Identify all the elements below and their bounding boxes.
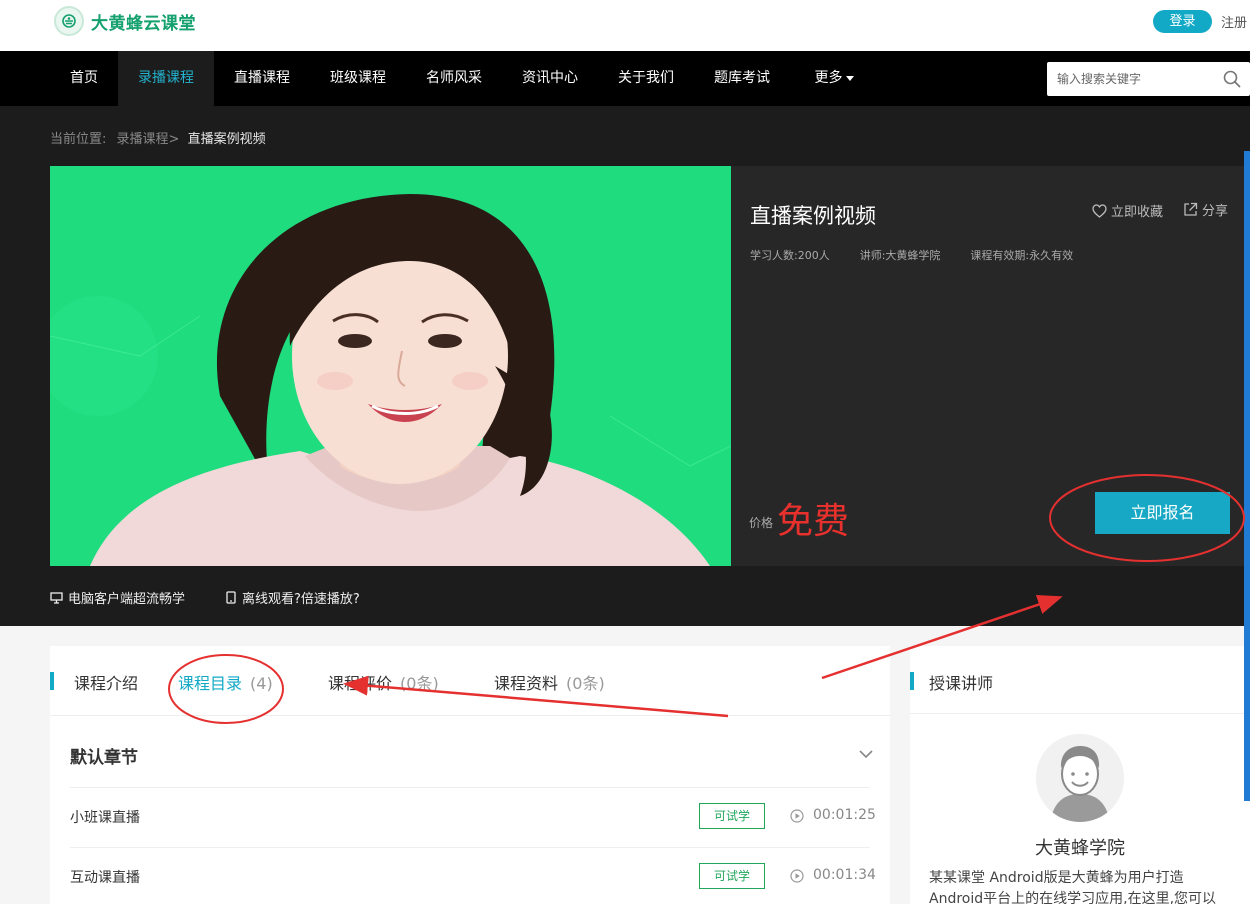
caret-down-icon (845, 75, 854, 81)
nav-item-about[interactable]: 关于我们 (598, 51, 694, 106)
instructor-portrait-image (50, 166, 731, 566)
share-icon (1184, 202, 1198, 216)
login-button[interactable]: 登录 (1153, 10, 1212, 33)
tab-course-intro[interactable]: 课程介绍 (74, 670, 138, 694)
main-nav: 首页 录播课程 直播课程 班级课程 名师风采 资讯中心 关于我们 题库考试 更多 (0, 51, 1250, 106)
instructor-panel: 授课讲师 大黄蜂学院 某某课堂 Android版是大黄蜂为用户打造 Androi… (910, 646, 1250, 904)
nav-more-label: 更多 (814, 70, 843, 86)
lesson-duration: 00:01:34 (813, 867, 876, 883)
lesson-row[interactable]: 互动课直播 可试学 00:01:34 (70, 847, 876, 904)
play-icon[interactable] (790, 869, 804, 883)
favorite-label: 立即收藏 (1111, 205, 1164, 220)
feature-offline[interactable]: 离线观看?倍速播放? (226, 588, 360, 607)
search-input[interactable] (1047, 62, 1217, 96)
instructor-section-title: 授课讲师 (929, 674, 994, 693)
monitor-icon (50, 591, 63, 604)
tab-count: (4) (250, 674, 273, 693)
feature-pc-client[interactable]: 电脑客户端超流畅学 (50, 588, 185, 607)
chevron-down-icon[interactable] (858, 748, 874, 760)
course-hero: 当前位置: 录播课程> 直播案例视频 直播案例视频 立即收藏 分享 学习人数:2… (0, 106, 1250, 626)
nav-item-home[interactable]: 首页 (50, 51, 118, 106)
favorite-button[interactable]: 立即收藏 (1092, 201, 1163, 220)
chapter-title: 默认章节 (70, 748, 138, 768)
instructor-description: 某某课堂 Android版是大黄蜂为用户打造 Android平台上的在线学习应用… (929, 870, 1217, 904)
search-box (1047, 62, 1250, 96)
mobile-icon (226, 591, 236, 604)
course-content-panel: 课程介绍 课程目录 (4) 课程评价 (0条) 课程资料 (0条) 默认章节 小班课直… (50, 646, 890, 904)
nav-item-recorded-courses[interactable]: 录播课程 (118, 51, 214, 106)
tab-course-materials[interactable]: 课程资料 (0条) (494, 670, 605, 694)
course-meta: 学习人数:200人 讲师:大黄蜂学院 课程有效期:永久有效 (750, 247, 1103, 263)
register-link[interactable]: 注册 (1221, 12, 1247, 31)
nav-item-live-courses[interactable]: 直播课程 (214, 51, 310, 106)
course-info-panel: 直播案例视频 立即收藏 分享 学习人数:200人 讲师:大黄蜂学院 课程有效期:… (731, 166, 1250, 566)
instructor-name: 大黄蜂学院 (1035, 838, 1125, 859)
nav-item-news[interactable]: 资讯中心 (502, 51, 598, 106)
tab-label: 课程评价 (328, 674, 393, 693)
trial-badge[interactable]: 可试学 (699, 803, 765, 829)
lesson-row[interactable]: 小班课直播 可试学 00:01:25 (70, 787, 876, 847)
tab-label: 课程目录 (178, 674, 243, 693)
validity-info: 课程有效期:永久有效 (970, 249, 1074, 262)
play-icon[interactable] (790, 809, 804, 823)
nav-item-more[interactable]: 更多 (796, 51, 872, 106)
instructor-avatar[interactable] (1036, 734, 1124, 822)
search-icon[interactable] (1223, 70, 1241, 88)
course-cover-image[interactable] (50, 166, 731, 566)
tab-count: (0条) (400, 674, 439, 693)
lesson-name: 小班课直播 (70, 810, 140, 826)
nav-item-class-courses[interactable]: 班级课程 (310, 51, 406, 106)
feature-offline-label: 离线观看?倍速播放? (242, 592, 360, 607)
section-accent-bar (910, 672, 914, 690)
course-detail-page: 大黄蜂云课堂 登录 注册 首页 录播课程 直播课程 班级课程 名师风采 资讯中心… (0, 0, 1250, 904)
feature-pc-label: 电脑客户端超流畅学 (68, 592, 186, 607)
floating-side-strip (1244, 151, 1250, 801)
breadcrumb-current: 直播案例视频 (187, 132, 266, 147)
breadcrumb-parent[interactable]: 录播课程> (117, 132, 180, 147)
site-name: 大黄蜂云课堂 (91, 13, 196, 34)
enroll-button[interactable]: 立即报名 (1095, 492, 1230, 534)
course-title: 直播案例视频 (750, 204, 876, 228)
teacher-info: 讲师:大黄蜂学院 (859, 249, 941, 262)
price-label: 价格 (749, 516, 774, 530)
lesson-duration: 00:01:25 (813, 807, 876, 823)
tab-accent-bar (50, 672, 54, 690)
nav-item-teachers[interactable]: 名师风采 (406, 51, 502, 106)
share-label: 分享 (1202, 204, 1229, 219)
avatar-icon (1036, 734, 1124, 822)
nav-item-exams[interactable]: 题库考试 (694, 51, 790, 106)
breadcrumb: 当前位置: 录播课程> 直播案例视频 (50, 128, 266, 147)
top-bar: 大黄蜂云课堂 登录 注册 (0, 0, 1250, 51)
trial-badge[interactable]: 可试学 (699, 863, 765, 889)
tab-label: 课程介绍 (74, 674, 139, 693)
site-logo[interactable]: 大黄蜂云课堂 (54, 6, 196, 36)
course-tabs: 课程介绍 课程目录 (4) 课程评价 (0条) 课程资料 (0条) (50, 646, 890, 716)
section-divider (910, 713, 1250, 714)
tab-count: (0条) (566, 674, 605, 693)
bee-logo-icon (54, 6, 84, 36)
student-count: 学习人数:200人 (750, 249, 830, 262)
share-button[interactable]: 分享 (1183, 200, 1228, 219)
lesson-name: 互动课直播 (70, 870, 140, 886)
tab-course-reviews[interactable]: 课程评价 (0条) (328, 670, 439, 694)
breadcrumb-prefix: 当前位置: (50, 132, 107, 147)
tab-label: 课程资料 (494, 674, 559, 693)
tab-course-catalog[interactable]: 课程目录 (4) (178, 670, 273, 694)
price-value: 免费 (777, 501, 850, 542)
heart-icon (1092, 203, 1107, 218)
